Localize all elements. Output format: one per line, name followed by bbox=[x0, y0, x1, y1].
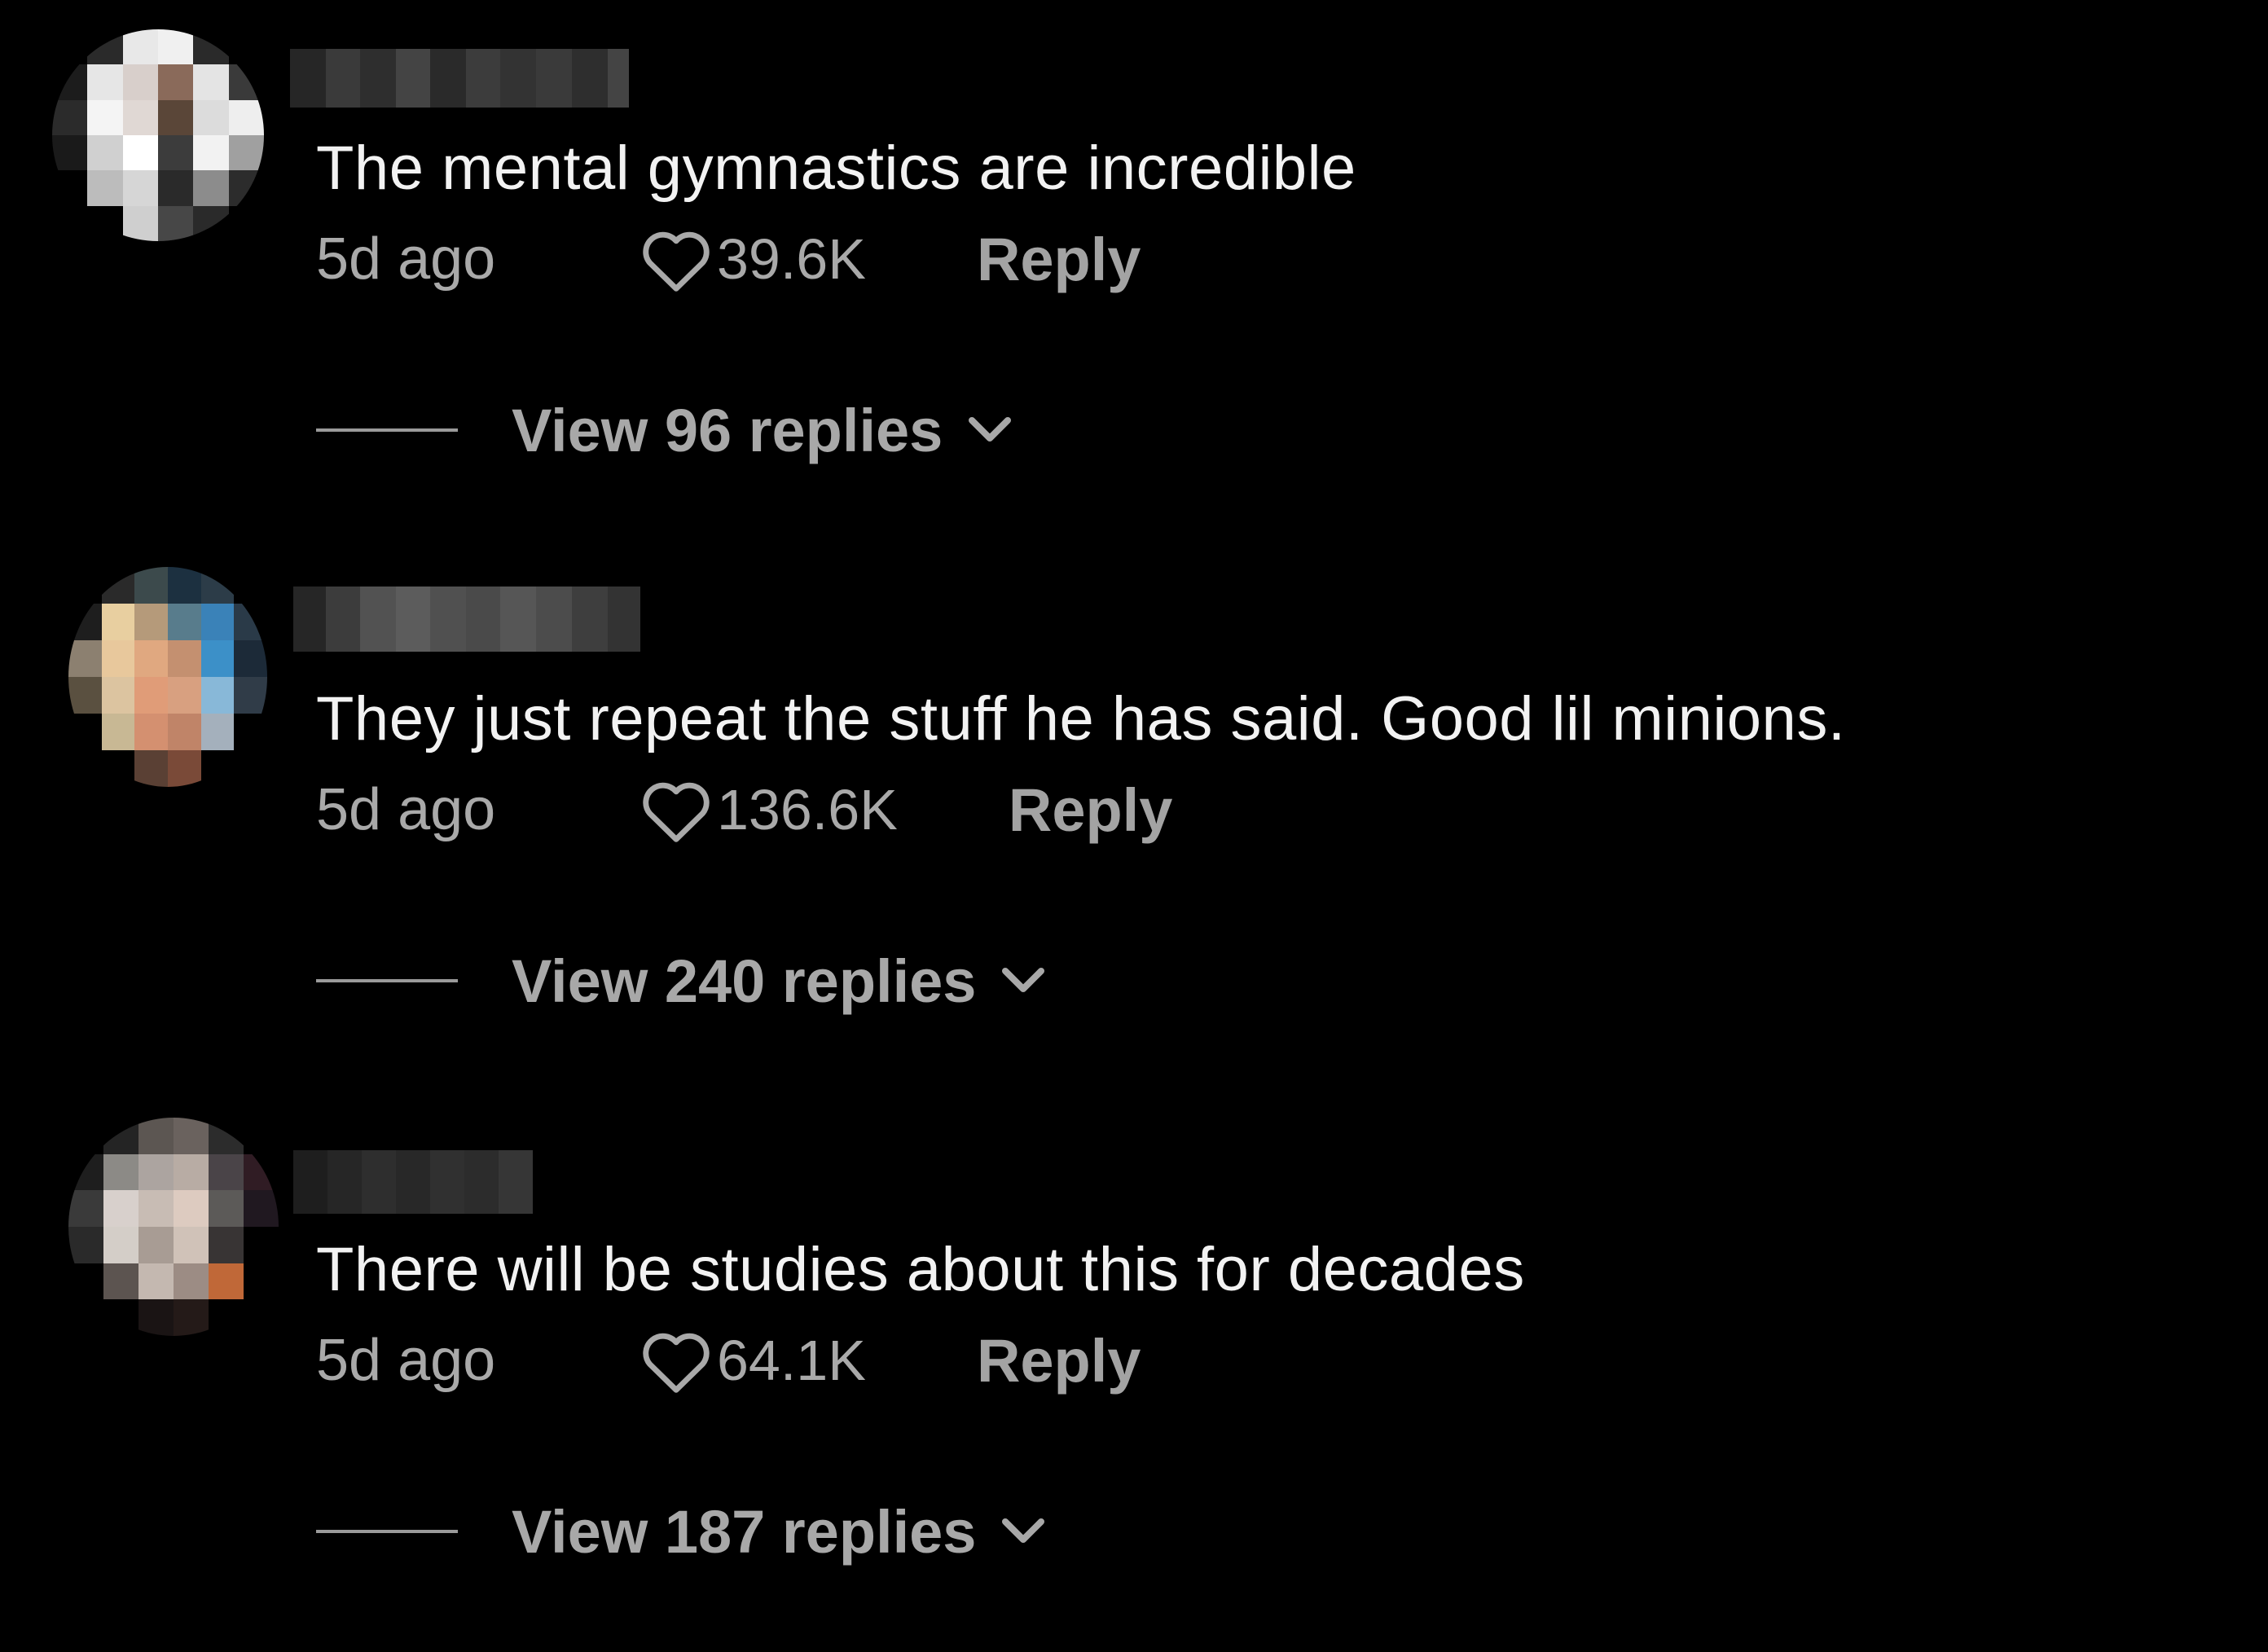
like-count: 64.1K bbox=[717, 1329, 866, 1392]
heart-outline-icon bbox=[643, 782, 710, 842]
replies-divider bbox=[316, 428, 458, 432]
comment-item: There will be studies about this for dec… bbox=[0, 1101, 2268, 1652]
comment-meta: 5d ago 136.6K Reply bbox=[316, 769, 1172, 850]
avatar[interactable] bbox=[68, 567, 267, 787]
comment-meta: 5d ago 39.6K Reply bbox=[316, 218, 1141, 300]
comment-text: They just repeat the stuff he has said. … bbox=[316, 684, 1846, 754]
comment-time: 5d ago bbox=[316, 1328, 496, 1393]
comment-item: They just repeat the stuff he has said. … bbox=[0, 551, 2268, 1101]
view-replies-label: View 240 replies bbox=[512, 947, 977, 1015]
like-button[interactable]: 64.1K bbox=[639, 1326, 866, 1395]
chevron-down-icon bbox=[1002, 1518, 1045, 1543]
avatar[interactable] bbox=[68, 1118, 279, 1336]
replies-divider bbox=[316, 1530, 458, 1533]
like-count: 136.6K bbox=[717, 778, 898, 841]
comment-text: There will be studies about this for dec… bbox=[316, 1235, 1525, 1304]
chevron-down-icon bbox=[969, 417, 1012, 442]
heart-outline-icon bbox=[643, 231, 710, 292]
reply-button[interactable]: Reply bbox=[977, 1326, 1141, 1395]
comment-meta: 5d ago 64.1K Reply bbox=[316, 1320, 1141, 1401]
like-button[interactable]: 39.6K bbox=[639, 225, 866, 293]
view-replies-button[interactable]: View 96 replies bbox=[316, 389, 1013, 471]
view-replies-button[interactable]: View 240 replies bbox=[316, 940, 1046, 1022]
heart-outline-icon bbox=[643, 1333, 710, 1393]
username-pixelated[interactable] bbox=[290, 49, 629, 108]
replies-divider bbox=[316, 979, 458, 982]
view-replies-label: View 96 replies bbox=[512, 396, 943, 464]
username-pixelated[interactable] bbox=[293, 1150, 533, 1214]
comment-item: The mental gymnastics are incredible 5d … bbox=[0, 0, 2268, 551]
chevron-down-icon bbox=[1002, 968, 1045, 992]
comment-text: The mental gymnastics are incredible bbox=[316, 134, 1356, 203]
comment-time: 5d ago bbox=[316, 226, 496, 292]
comment-time: 5d ago bbox=[316, 777, 496, 842]
reply-button[interactable]: Reply bbox=[977, 225, 1141, 294]
avatar[interactable] bbox=[52, 29, 264, 241]
view-replies-label: View 187 replies bbox=[512, 1497, 977, 1566]
view-replies-button[interactable]: View 187 replies bbox=[316, 1491, 1046, 1572]
username-pixelated[interactable] bbox=[293, 587, 640, 652]
like-button[interactable]: 136.6K bbox=[639, 775, 898, 844]
like-count: 39.6K bbox=[717, 227, 866, 291]
reply-button[interactable]: Reply bbox=[1009, 775, 1173, 845]
